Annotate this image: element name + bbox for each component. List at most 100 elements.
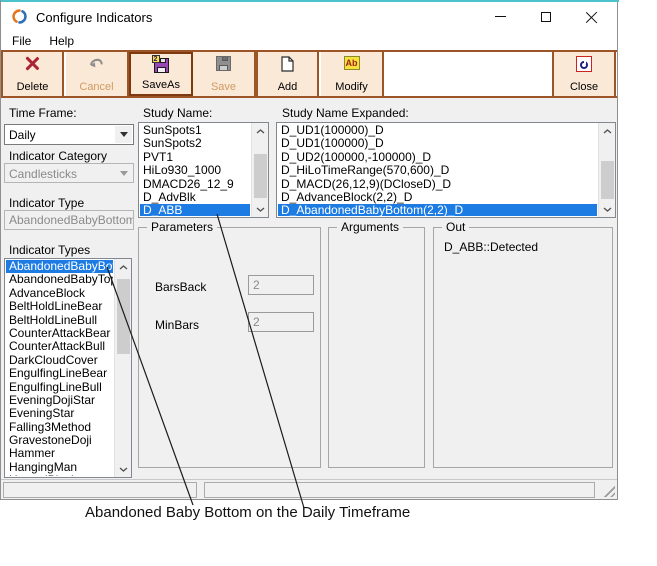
menu-file[interactable]: File <box>10 32 33 50</box>
out-groupbox: Out D_ABB::Detected <box>433 227 613 468</box>
minbars-field[interactable]: 2 <box>248 312 314 332</box>
arguments-groupbox: Arguments <box>328 227 425 468</box>
undo-icon <box>88 56 105 71</box>
list-item[interactable]: HiLo930_1000 <box>140 164 250 177</box>
indicator-category-select[interactable]: Candlesticks <box>4 163 134 183</box>
list-item[interactable]: EngulfingLineBull <box>6 381 113 394</box>
list-item[interactable]: EveningStar <box>6 407 113 420</box>
indicator-category-label: Indicator Category <box>9 149 107 163</box>
list-item[interactable]: PVT1 <box>140 151 250 164</box>
maximize-icon[interactable] <box>529 2 563 31</box>
list-item[interactable]: D_UD1(100000)_D <box>278 124 597 137</box>
study-name-expanded-scrollbar[interactable] <box>598 123 615 217</box>
menu-help[interactable]: Help <box>47 32 76 50</box>
indicator-type-field[interactable]: AbandonedBabyBottom <box>4 210 134 230</box>
title-bar[interactable]: Configure Indicators <box>1 2 617 32</box>
modify-button[interactable]: Ab Modify <box>321 52 384 96</box>
list-item[interactable]: SunSpots1 <box>140 124 250 137</box>
status-panel-left <box>3 482 197 498</box>
ab-edit-icon: Ab <box>344 56 360 70</box>
indicator-types-scrollbar[interactable] <box>114 259 131 477</box>
study-name-list[interactable]: SunSpots1SunSpots2PVT1HiLo930_1000DMACD2… <box>138 122 269 218</box>
menu-bar: File Help <box>1 32 617 50</box>
delete-x-icon <box>25 56 40 71</box>
list-item[interactable]: CounterAttackBear <box>6 327 113 340</box>
chevron-down-icon[interactable] <box>115 126 132 143</box>
arguments-title: Arguments <box>337 220 403 234</box>
save-button[interactable]: Save <box>193 52 256 96</box>
scroll-up-icon[interactable] <box>599 123 616 139</box>
list-item[interactable]: AdvanceBlock <box>6 287 113 300</box>
time-frame-value: Daily <box>9 128 36 142</box>
list-item[interactable]: D_UD1(100000)_D <box>278 137 597 150</box>
list-item[interactable]: GravestoneDoji <box>6 434 113 447</box>
list-item[interactable]: D_HiLoTimeRange(570,600)_D <box>278 164 597 177</box>
close-button[interactable]: Close <box>552 52 616 96</box>
list-item[interactable]: D_AdvBlk <box>140 191 250 204</box>
power-icon <box>576 56 592 72</box>
save-as-button[interactable]: 2 SaveAs <box>129 52 193 96</box>
modify-button-label: Modify <box>335 82 367 93</box>
save-as-button-label: SaveAs <box>142 80 180 91</box>
study-name-expanded-label: Study Name Expanded: <box>282 106 409 120</box>
scroll-thumb[interactable] <box>117 279 130 354</box>
new-page-icon <box>281 56 294 72</box>
list-item[interactable]: D_AdvanceBlock(2,2)_D <box>278 191 597 204</box>
save-floppy-icon <box>216 56 231 71</box>
scroll-down-icon[interactable] <box>115 461 132 477</box>
annotation-text: Abandoned Baby Bottom on the Daily Timef… <box>85 504 410 521</box>
list-item[interactable]: Falling3Method <box>6 421 113 434</box>
list-item[interactable]: HaramiBlack <box>6 474 113 476</box>
resize-grip[interactable] <box>601 483 615 497</box>
indicator-types-list[interactable]: AbandonedBabyBottomAbandonedBabyTopAdvan… <box>4 258 132 478</box>
list-item[interactable]: D_MACD(26,12,9)(DCloseD)_D <box>278 178 597 191</box>
delete-button-label: Delete <box>17 82 49 93</box>
study-name-label: Study Name: <box>143 106 212 120</box>
minimize-icon[interactable] <box>483 2 517 31</box>
scroll-thumb[interactable] <box>601 161 614 199</box>
list-item[interactable]: CounterAttackBull <box>6 340 113 353</box>
scroll-down-icon[interactable] <box>599 201 616 217</box>
screenshot-stage: Configure Indicators File Help Delete Ca… <box>0 0 657 566</box>
parameters-title: Parameters <box>147 220 217 234</box>
scroll-thumb[interactable] <box>254 154 267 198</box>
out-value: D_ABB::Detected <box>444 240 538 254</box>
save-button-label: Save <box>211 82 236 93</box>
status-panel-right <box>204 482 595 498</box>
list-item[interactable]: AbandonedBabyTop <box>6 273 113 286</box>
list-item[interactable]: D_AbandonedBabyBottom(2,2)_D <box>278 204 597 216</box>
scroll-up-icon[interactable] <box>252 123 269 139</box>
add-button[interactable]: Add <box>256 52 319 96</box>
indicator-type-label: Indicator Type <box>9 196 84 210</box>
list-item[interactable]: AbandonedBabyBottom <box>6 260 113 273</box>
list-item[interactable]: EngulfingLineBear <box>6 367 113 380</box>
indicator-category-value: Candlesticks <box>9 167 77 181</box>
cancel-button-label: Cancel <box>79 82 113 93</box>
chevron-down-icon <box>115 165 132 181</box>
list-item[interactable]: BeltHoldLineBull <box>6 314 113 327</box>
list-item[interactable]: SunSpots2 <box>140 137 250 150</box>
list-item[interactable]: BeltHoldLineBear <box>6 300 113 313</box>
list-item[interactable]: DMACD26_12_9 <box>140 178 250 191</box>
study-name-scrollbar[interactable] <box>251 123 268 217</box>
toolbar: Delete Cancel 2 SaveAs Save <box>1 50 617 98</box>
status-bar <box>1 479 617 499</box>
window-title: Configure Indicators <box>36 10 152 25</box>
barsback-field[interactable]: 2 <box>248 275 314 295</box>
list-item[interactable]: HangingMan <box>6 461 113 474</box>
scroll-up-icon[interactable] <box>115 259 132 275</box>
cancel-button[interactable]: Cancel <box>66 52 129 96</box>
close-button-label: Close <box>570 82 598 93</box>
list-item[interactable]: D_ABB <box>140 204 250 216</box>
add-button-label: Add <box>278 82 298 93</box>
list-item[interactable]: DarkCloudCover <box>6 354 113 367</box>
list-item[interactable]: D_UD2(100000,-100000)_D <box>278 151 597 164</box>
time-frame-select[interactable]: Daily <box>4 124 134 145</box>
list-item[interactable]: Hammer <box>6 447 113 460</box>
delete-button[interactable]: Delete <box>1 52 64 96</box>
study-name-expanded-list[interactable]: D_UD1(100000)_DD_UD1(100000)_DD_UD2(1000… <box>276 122 616 218</box>
list-item[interactable]: EveningDojiStar <box>6 394 113 407</box>
close-window-icon[interactable] <box>575 2 609 31</box>
scroll-down-icon[interactable] <box>252 201 269 217</box>
out-title: Out <box>442 220 469 234</box>
